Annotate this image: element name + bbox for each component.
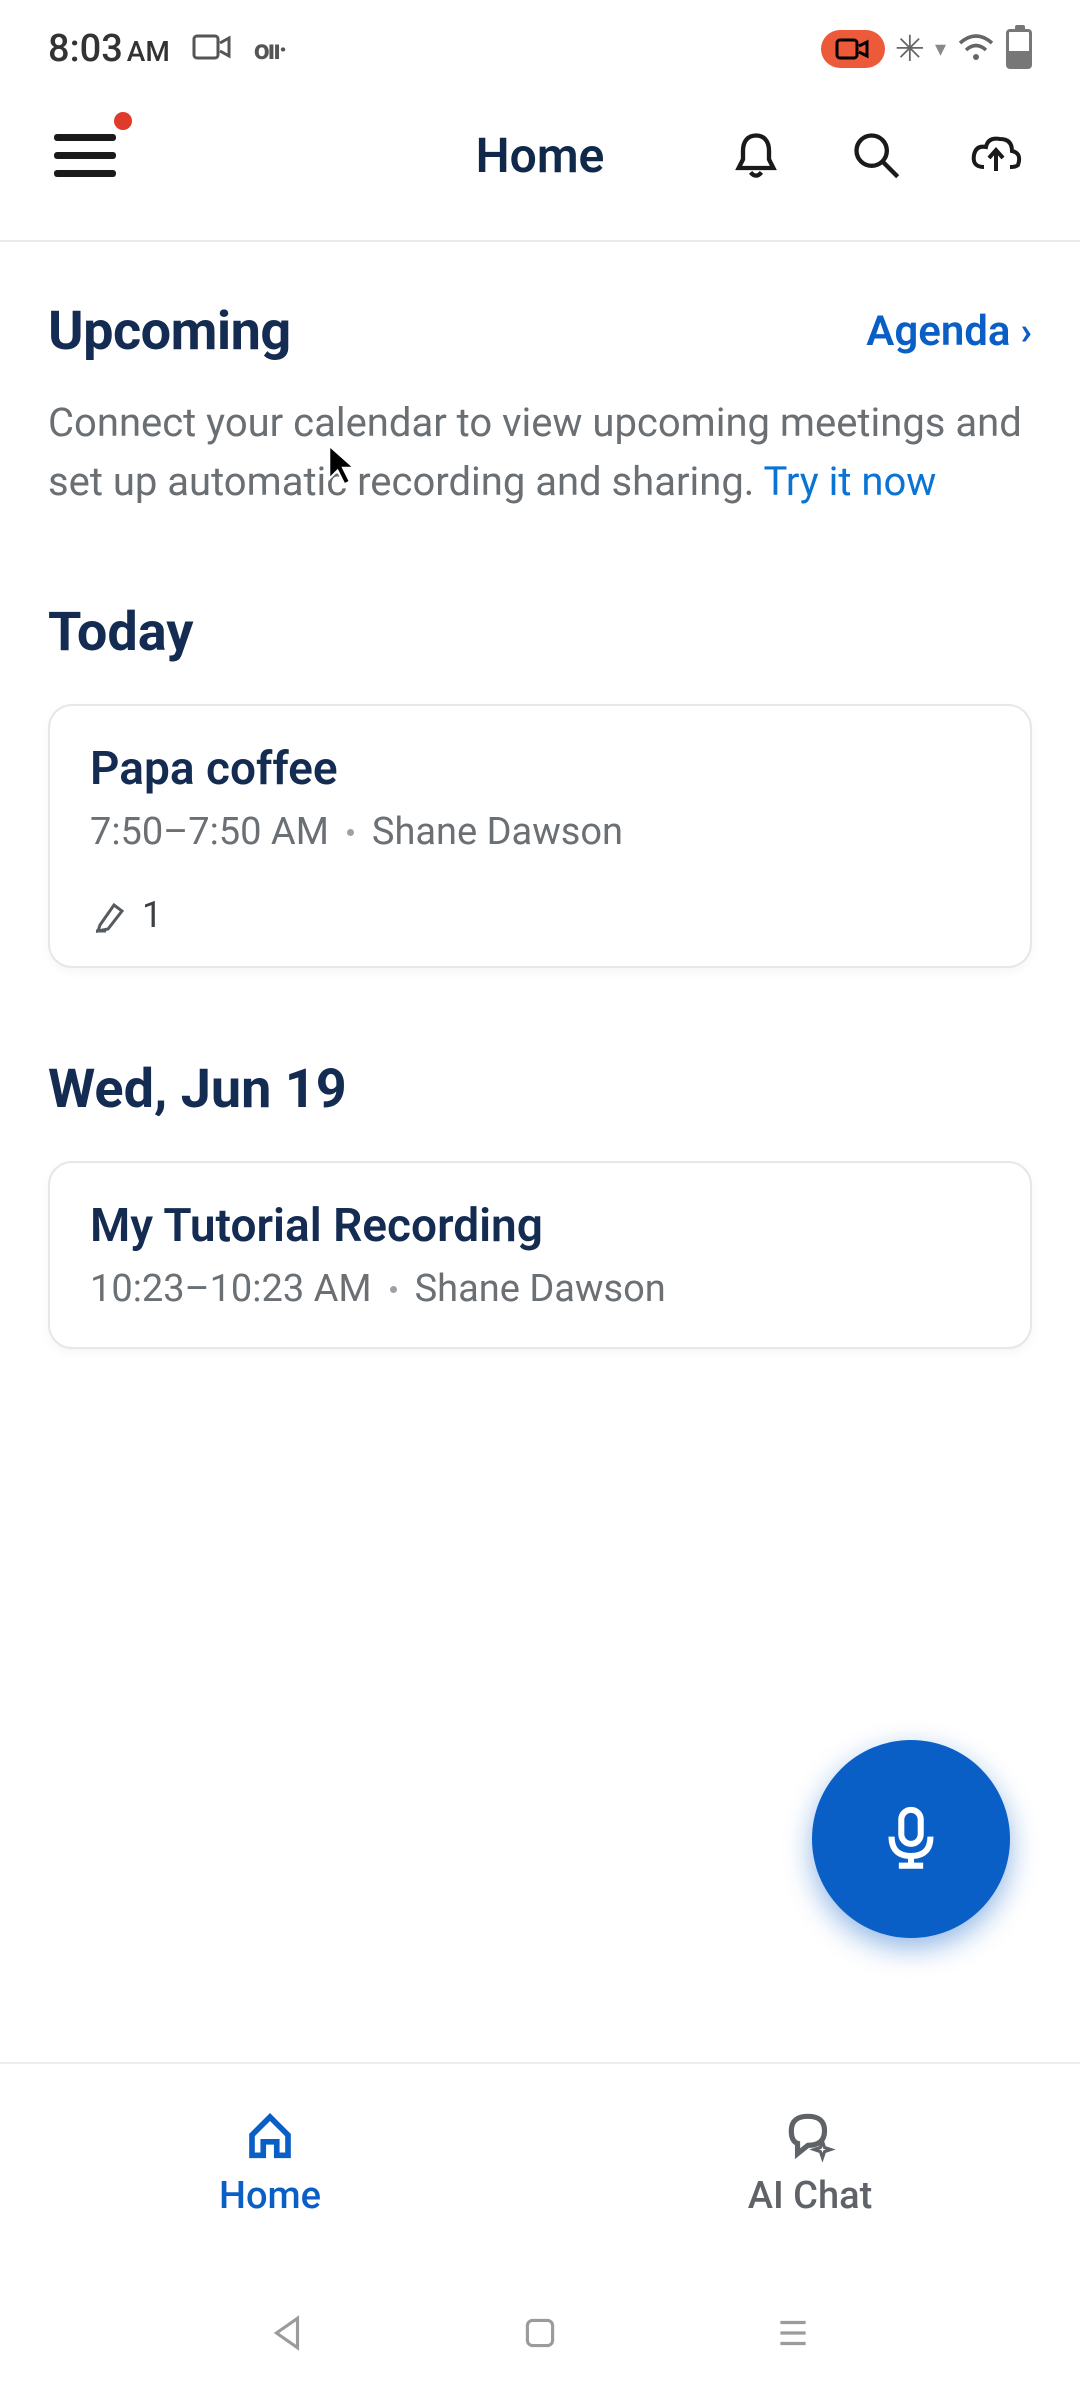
tab-ai-chat[interactable]: AI Chat [540, 2064, 1080, 2262]
chevron-right-icon: › [1021, 310, 1033, 354]
search-icon [850, 129, 902, 181]
status-bar: 8:03 AM oıı· ✳︎ ▾ [0, 0, 1080, 90]
notifications-button[interactable] [726, 125, 786, 185]
card-time: 10:23–10:23 AM [90, 1267, 372, 1311]
android-home-button[interactable] [519, 2312, 561, 2358]
main-content: Upcoming Agenda › Connect your calendar … [0, 242, 1080, 1349]
wifi-icon [956, 31, 996, 67]
section-date-today: Today [48, 601, 1032, 664]
cloud-upload-icon [970, 129, 1022, 181]
tab-home[interactable]: Home [0, 2064, 540, 2262]
card-title: Papa coffee [90, 742, 990, 796]
section-date-wed: Wed, Jun 19 [48, 1058, 1032, 1121]
card-meta: 1 [90, 894, 990, 936]
page-title: Home [476, 127, 605, 184]
upcoming-title: Upcoming [48, 300, 291, 363]
card-time: 7:50–7:50 AM [90, 810, 329, 854]
card-owner: Shane Dawson [415, 1267, 666, 1311]
bottom-tab-bar: Home AI Chat [0, 2062, 1080, 2262]
android-recents-button[interactable] [772, 2312, 814, 2358]
microphone-icon [877, 1805, 945, 1873]
notification-dot-icon [114, 112, 132, 130]
menu-button[interactable] [54, 120, 124, 190]
camera-icon [192, 32, 232, 66]
android-nav-bar [0, 2280, 1080, 2390]
signal-dropdown-icon: ▾ [935, 37, 946, 62]
app-header: Home [0, 90, 1080, 242]
status-left: 8:03 AM oıı· [48, 27, 285, 71]
tab-home-label: Home [219, 2174, 321, 2218]
card-title: My Tutorial Recording [90, 1199, 990, 1253]
status-time: 8:03 AM [48, 27, 170, 71]
status-time-ampm: AM [127, 35, 170, 68]
bluetooth-icon: ✳︎ [895, 28, 925, 70]
dot-separator-icon [347, 829, 354, 836]
bell-icon [730, 129, 782, 181]
search-button[interactable] [846, 125, 906, 185]
tab-ai-chat-label: AI Chat [748, 2174, 872, 2218]
status-right: ✳︎ ▾ [821, 28, 1032, 70]
upcoming-description: Connect your calendar to view upcoming m… [48, 393, 1032, 511]
recording-card[interactable]: My Tutorial Recording 10:23–10:23 AM Sha… [48, 1161, 1032, 1349]
cloud-upload-button[interactable] [966, 125, 1026, 185]
chat-sparkle-icon [783, 2108, 837, 2162]
recording-card[interactable]: Papa coffee 7:50–7:50 AM Shane Dawson 1 [48, 704, 1032, 968]
card-subtitle: 7:50–7:50 AM Shane Dawson [90, 810, 990, 854]
record-fab[interactable] [812, 1740, 1010, 1938]
card-owner: Shane Dawson [372, 810, 623, 854]
upcoming-header-row: Upcoming Agenda › [48, 300, 1032, 363]
android-back-button[interactable] [266, 2312, 308, 2358]
recording-indicator-icon [821, 30, 885, 68]
status-time-value: 8:03 [48, 27, 123, 71]
battery-icon [1006, 29, 1032, 69]
try-now-link[interactable]: Try it now [764, 458, 937, 505]
home-icon [243, 2108, 297, 2162]
header-actions [726, 125, 1026, 185]
agenda-link[interactable]: Agenda › [866, 307, 1032, 356]
card-subtitle: 10:23–10:23 AM Shane Dawson [90, 1267, 990, 1311]
highlight-icon [90, 895, 130, 935]
audio-bars-icon: oıı· [254, 33, 286, 66]
highlight-count: 1 [142, 894, 162, 936]
dot-separator-icon [390, 1286, 397, 1293]
agenda-label: Agenda [866, 307, 1010, 356]
